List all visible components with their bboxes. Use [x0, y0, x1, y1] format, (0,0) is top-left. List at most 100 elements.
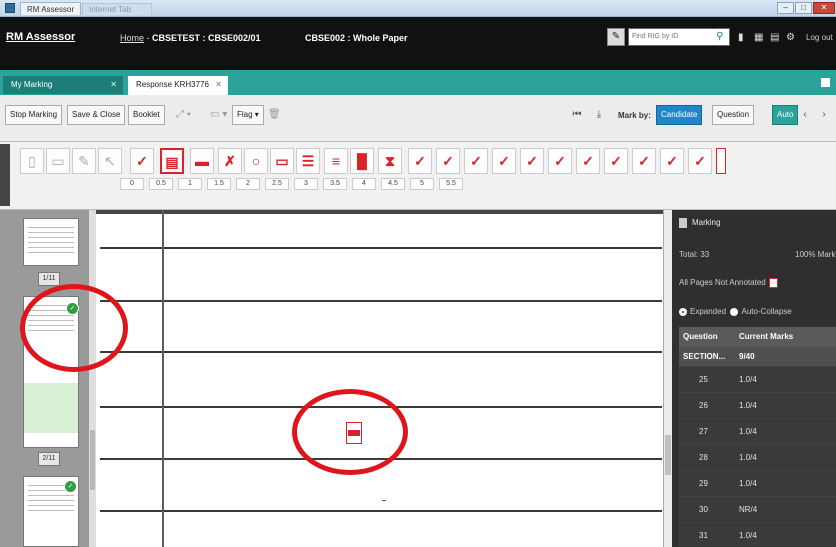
browser-tab-rm-assessor[interactable]: RM Assessor: [20, 2, 82, 15]
candidate-button[interactable]: Candidate: [656, 105, 703, 125]
question-button[interactable]: Question: [712, 105, 755, 125]
tick-half-8-icon[interactable]: ✓: [604, 148, 628, 174]
mark-value[interactable]: 3: [294, 178, 318, 190]
mark-value[interactable]: 4: [352, 178, 376, 190]
page-icon[interactable]: ▯: [20, 148, 44, 174]
auto-collapse-radio[interactable]: [730, 307, 739, 316]
minimize-button[interactable]: –: [777, 2, 794, 14]
circle-stamp-icon[interactable]: ○: [244, 148, 268, 174]
seen-stamp-icon[interactable]: ▬: [190, 148, 214, 174]
view-mode-options: Expanded Auto-Collapse: [679, 307, 792, 316]
close-tab-icon[interactable]: ✕: [110, 76, 117, 94]
total-marks: Total: 33: [679, 250, 710, 259]
tab-my-marking[interactable]: My Marking ✕: [3, 76, 123, 94]
mark-value[interactable]: 5.5: [439, 178, 463, 190]
tick-half-7-icon[interactable]: ✓: [576, 148, 600, 174]
menu-icon[interactable]: [821, 78, 830, 87]
lock-icon[interactable]: ▤: [770, 32, 779, 43]
tick-half-2-icon[interactable]: ✓: [436, 148, 460, 174]
block-stamp-icon[interactable]: █: [350, 148, 374, 174]
page-thumbnail-1[interactable]: [23, 218, 79, 266]
first-page-icon[interactable]: ⏮: [568, 105, 586, 125]
pencil-icon[interactable]: ✎: [607, 28, 625, 46]
breadcrumb-home[interactable]: Home: [120, 33, 144, 43]
mark-value[interactable]: 5: [410, 178, 434, 190]
logout-link[interactable]: Log out: [806, 33, 833, 42]
mark-value[interactable]: 0: [120, 178, 144, 190]
response-page-view[interactable]: [96, 210, 666, 547]
mark-value[interactable]: 0.5: [149, 178, 173, 190]
app-header: RM Assessor Home - CBSETEST : CBSE002/01…: [0, 17, 836, 70]
mark-value[interactable]: 3.5: [323, 178, 347, 190]
grid-icon[interactable]: ▦: [754, 32, 763, 43]
cross-stamp-icon[interactable]: ✗: [218, 148, 242, 174]
table-row[interactable]: 27 1.0/4: [679, 419, 836, 445]
page-scrollbar[interactable]: [663, 210, 672, 547]
section-row[interactable]: SECTION... 9/40: [679, 347, 836, 367]
maximize-button[interactable]: □: [795, 2, 812, 14]
marking-panel-title: Marking: [692, 218, 721, 228]
hourglass-stamp-icon[interactable]: ⧗: [378, 148, 402, 174]
zoom-icon[interactable]: ⤢ ▾: [176, 105, 191, 125]
end-bar-icon[interactable]: [716, 148, 726, 174]
not-annotated-warning: All Pages Not Annotated: [679, 278, 778, 288]
tick-half-4-icon[interactable]: ✓: [492, 148, 516, 174]
table-row[interactable]: 30 NR/4: [679, 497, 836, 523]
expanded-radio[interactable]: [679, 307, 687, 316]
mark-value[interactable]: 2.5: [265, 178, 289, 190]
mark-value[interactable]: 1: [178, 178, 202, 190]
list-stamp-icon[interactable]: ☰: [296, 148, 320, 174]
browser-tab-2[interactable]: Internet Tab: [82, 3, 152, 15]
save-close-button[interactable]: Save & Close: [67, 105, 126, 125]
table-row[interactable]: 31 1.0/4: [679, 523, 836, 547]
tick-half-9-icon[interactable]: ✓: [632, 148, 656, 174]
breadcrumb-exam: CBSETEST : CBSE002/01: [152, 33, 261, 43]
search-icon[interactable]: ⚲: [716, 31, 723, 42]
close-tab-icon[interactable]: ✕: [215, 76, 222, 94]
gear-icon[interactable]: ⚙: [786, 32, 795, 43]
box-stamp-icon[interactable]: ▭: [270, 148, 294, 174]
annotation-stamps: ▯ ▭ ✎ ↖ ✓ ▤ ▬ ✗ ○ ▭ ☰ ≡ █ ⧗ ✓ ✓ ✓ ✓ ✓ ✓ …: [0, 142, 836, 210]
booklet-button[interactable]: Booklet: [128, 105, 165, 125]
toolbar-grip[interactable]: [0, 144, 10, 206]
close-window-button[interactable]: ✕: [813, 2, 835, 14]
download-icon[interactable]: ⤓: [590, 105, 608, 125]
mark-value[interactable]: 1.5: [207, 178, 231, 190]
pen-icon[interactable]: ✎: [72, 148, 96, 174]
auto-button[interactable]: Auto: [772, 105, 799, 125]
tick-half-5-icon[interactable]: ✓: [520, 148, 544, 174]
app-logo[interactable]: RM Assessor: [6, 31, 75, 43]
mark-value[interactable]: 2: [236, 178, 260, 190]
omission-stamp-icon[interactable]: ▤: [160, 148, 184, 174]
tick-half-10-icon[interactable]: ✓: [660, 148, 684, 174]
find-rig-input[interactable]: Find RIG by ID: [628, 28, 730, 46]
tick-stamp-icon[interactable]: ✓: [130, 148, 154, 174]
flag-button[interactable]: Flag ▾: [232, 105, 264, 125]
thumbnails-scrollbar[interactable]: [88, 210, 96, 547]
tick-half-1-icon[interactable]: ✓: [408, 148, 432, 174]
table-row[interactable]: 28 1.0/4: [679, 445, 836, 471]
tick-half-6-icon[interactable]: ✓: [548, 148, 572, 174]
mark-value[interactable]: 4.5: [381, 178, 405, 190]
pointer-icon[interactable]: ↖: [98, 148, 122, 174]
table-row[interactable]: 29 1.0/4: [679, 471, 836, 497]
lines-stamp-icon[interactable]: ≡: [324, 148, 348, 174]
table-header: Question Current Marks: [679, 327, 836, 347]
tick-half-3-icon[interactable]: ✓: [464, 148, 488, 174]
highlight-icon[interactable]: ▭: [46, 148, 70, 174]
view-icon[interactable]: ▭ ▾: [210, 105, 227, 125]
delete-icon[interactable]: 🗑: [268, 105, 281, 125]
table-row[interactable]: 25 1.0/4: [679, 367, 836, 393]
tick-half-11-icon[interactable]: ✓: [688, 148, 712, 174]
page-thumbnail-2[interactable]: [23, 296, 79, 448]
column-question: Question: [683, 332, 718, 341]
table-row[interactable]: 26 1.0/4: [679, 393, 836, 419]
document-icon[interactable]: ▮: [738, 32, 744, 43]
marking-toolbar: Stop Marking Save & Close Booklet ⤢ ▾ ▭ …: [0, 95, 836, 142]
placed-omission-stamp[interactable]: [346, 422, 362, 444]
annotated-area: [24, 383, 78, 433]
prev-icon[interactable]: ‹: [796, 105, 814, 125]
next-icon[interactable]: ›: [815, 105, 833, 125]
stop-marking-button[interactable]: Stop Marking: [5, 105, 63, 125]
tab-response[interactable]: Response KRH3776 ✕: [128, 76, 228, 95]
